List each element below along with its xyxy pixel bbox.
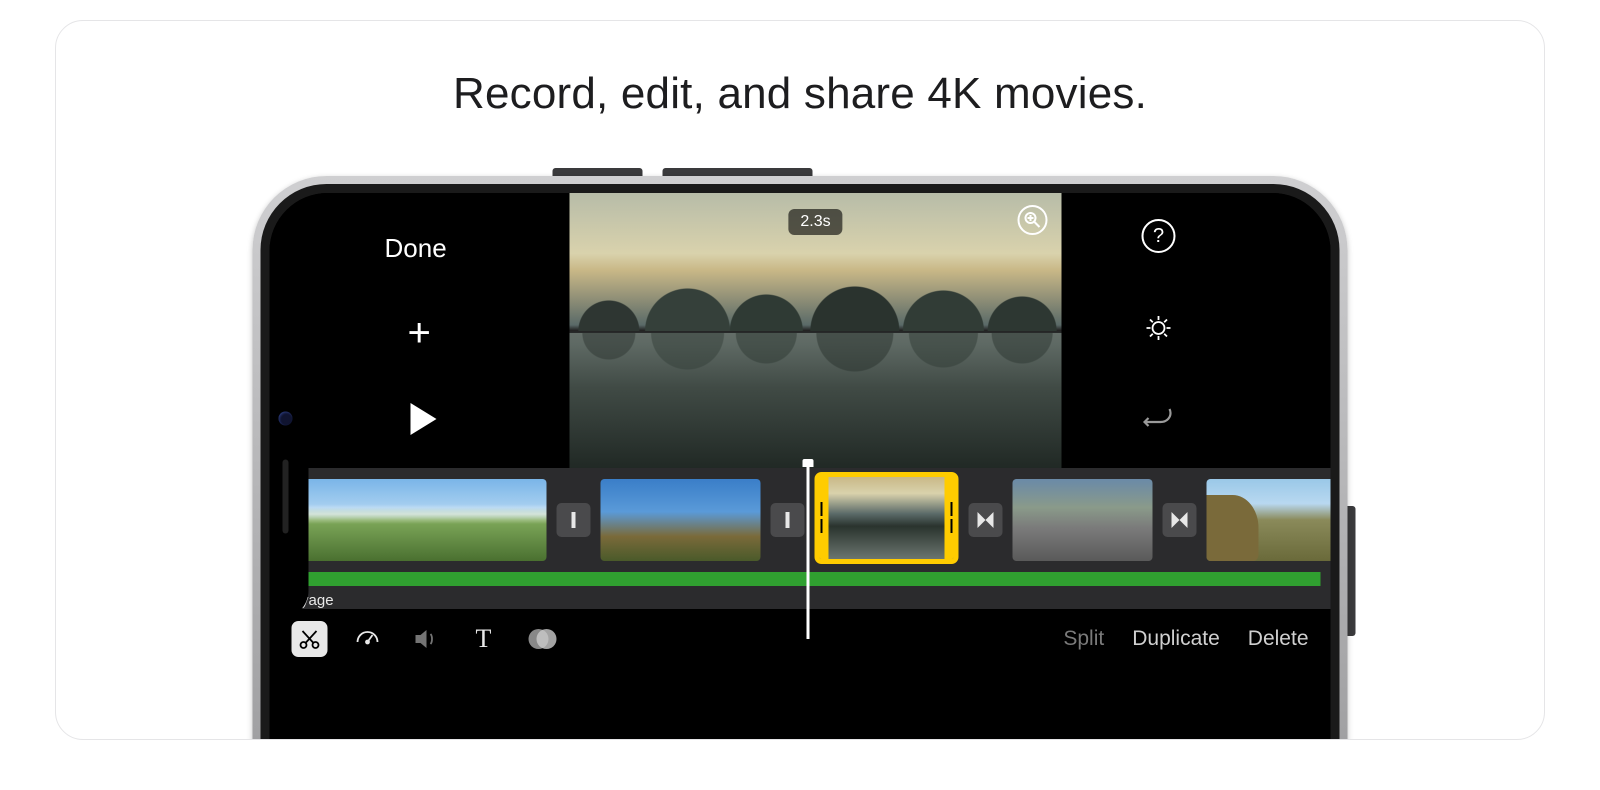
delete-button[interactable]: Delete bbox=[1248, 627, 1309, 651]
timeline[interactable]: Voyage bbox=[270, 468, 1331, 609]
transition-button[interactable] bbox=[557, 503, 591, 537]
clip-duration-badge: 2.3s bbox=[788, 209, 842, 235]
right-controls: ? bbox=[1062, 193, 1331, 468]
transition-button[interactable] bbox=[771, 503, 805, 537]
bottom-toolbar: T Split Duplicate Delete bbox=[270, 609, 1331, 669]
done-button[interactable]: Done bbox=[385, 233, 447, 264]
marketing-card: Record, edit, and share 4K movies. Done … bbox=[55, 20, 1545, 740]
trim-handle-right[interactable] bbox=[945, 477, 959, 559]
transition-button[interactable] bbox=[969, 503, 1003, 537]
left-controls: Done + bbox=[270, 193, 570, 468]
timeline-clip[interactable] bbox=[1013, 479, 1153, 561]
cut-tool-icon[interactable] bbox=[292, 621, 328, 657]
phone-notch bbox=[270, 374, 309, 619]
phone-frame: Done + 2.3s bbox=[253, 176, 1348, 740]
split-button[interactable]: Split bbox=[1063, 627, 1104, 651]
speed-tool-icon[interactable] bbox=[350, 621, 386, 657]
help-icon[interactable]: ? bbox=[1142, 219, 1176, 253]
timeline-clip[interactable] bbox=[300, 479, 547, 561]
preview-viewer[interactable]: 2.3s bbox=[570, 193, 1062, 468]
titles-tool-icon[interactable]: T bbox=[466, 621, 502, 657]
filters-tool-icon[interactable] bbox=[524, 621, 560, 657]
trim-handle-left[interactable] bbox=[815, 477, 829, 559]
app-screen: Done + 2.3s bbox=[270, 193, 1331, 740]
volume-tool-icon[interactable] bbox=[408, 621, 444, 657]
zoom-icon[interactable] bbox=[1018, 205, 1048, 235]
add-media-button[interactable]: + bbox=[408, 313, 431, 353]
duplicate-button[interactable]: Duplicate bbox=[1132, 627, 1220, 651]
playhead[interactable] bbox=[807, 462, 810, 639]
settings-icon[interactable] bbox=[1142, 311, 1176, 345]
timeline-clip[interactable] bbox=[815, 472, 959, 564]
marketing-headline: Record, edit, and share 4K movies. bbox=[56, 69, 1544, 119]
play-button[interactable] bbox=[411, 403, 437, 435]
timeline-clip[interactable] bbox=[601, 479, 761, 561]
transition-button[interactable] bbox=[1163, 503, 1197, 537]
undo-icon[interactable] bbox=[1142, 403, 1176, 437]
audio-track[interactable] bbox=[280, 572, 1321, 586]
timeline-clip[interactable] bbox=[1207, 479, 1331, 561]
